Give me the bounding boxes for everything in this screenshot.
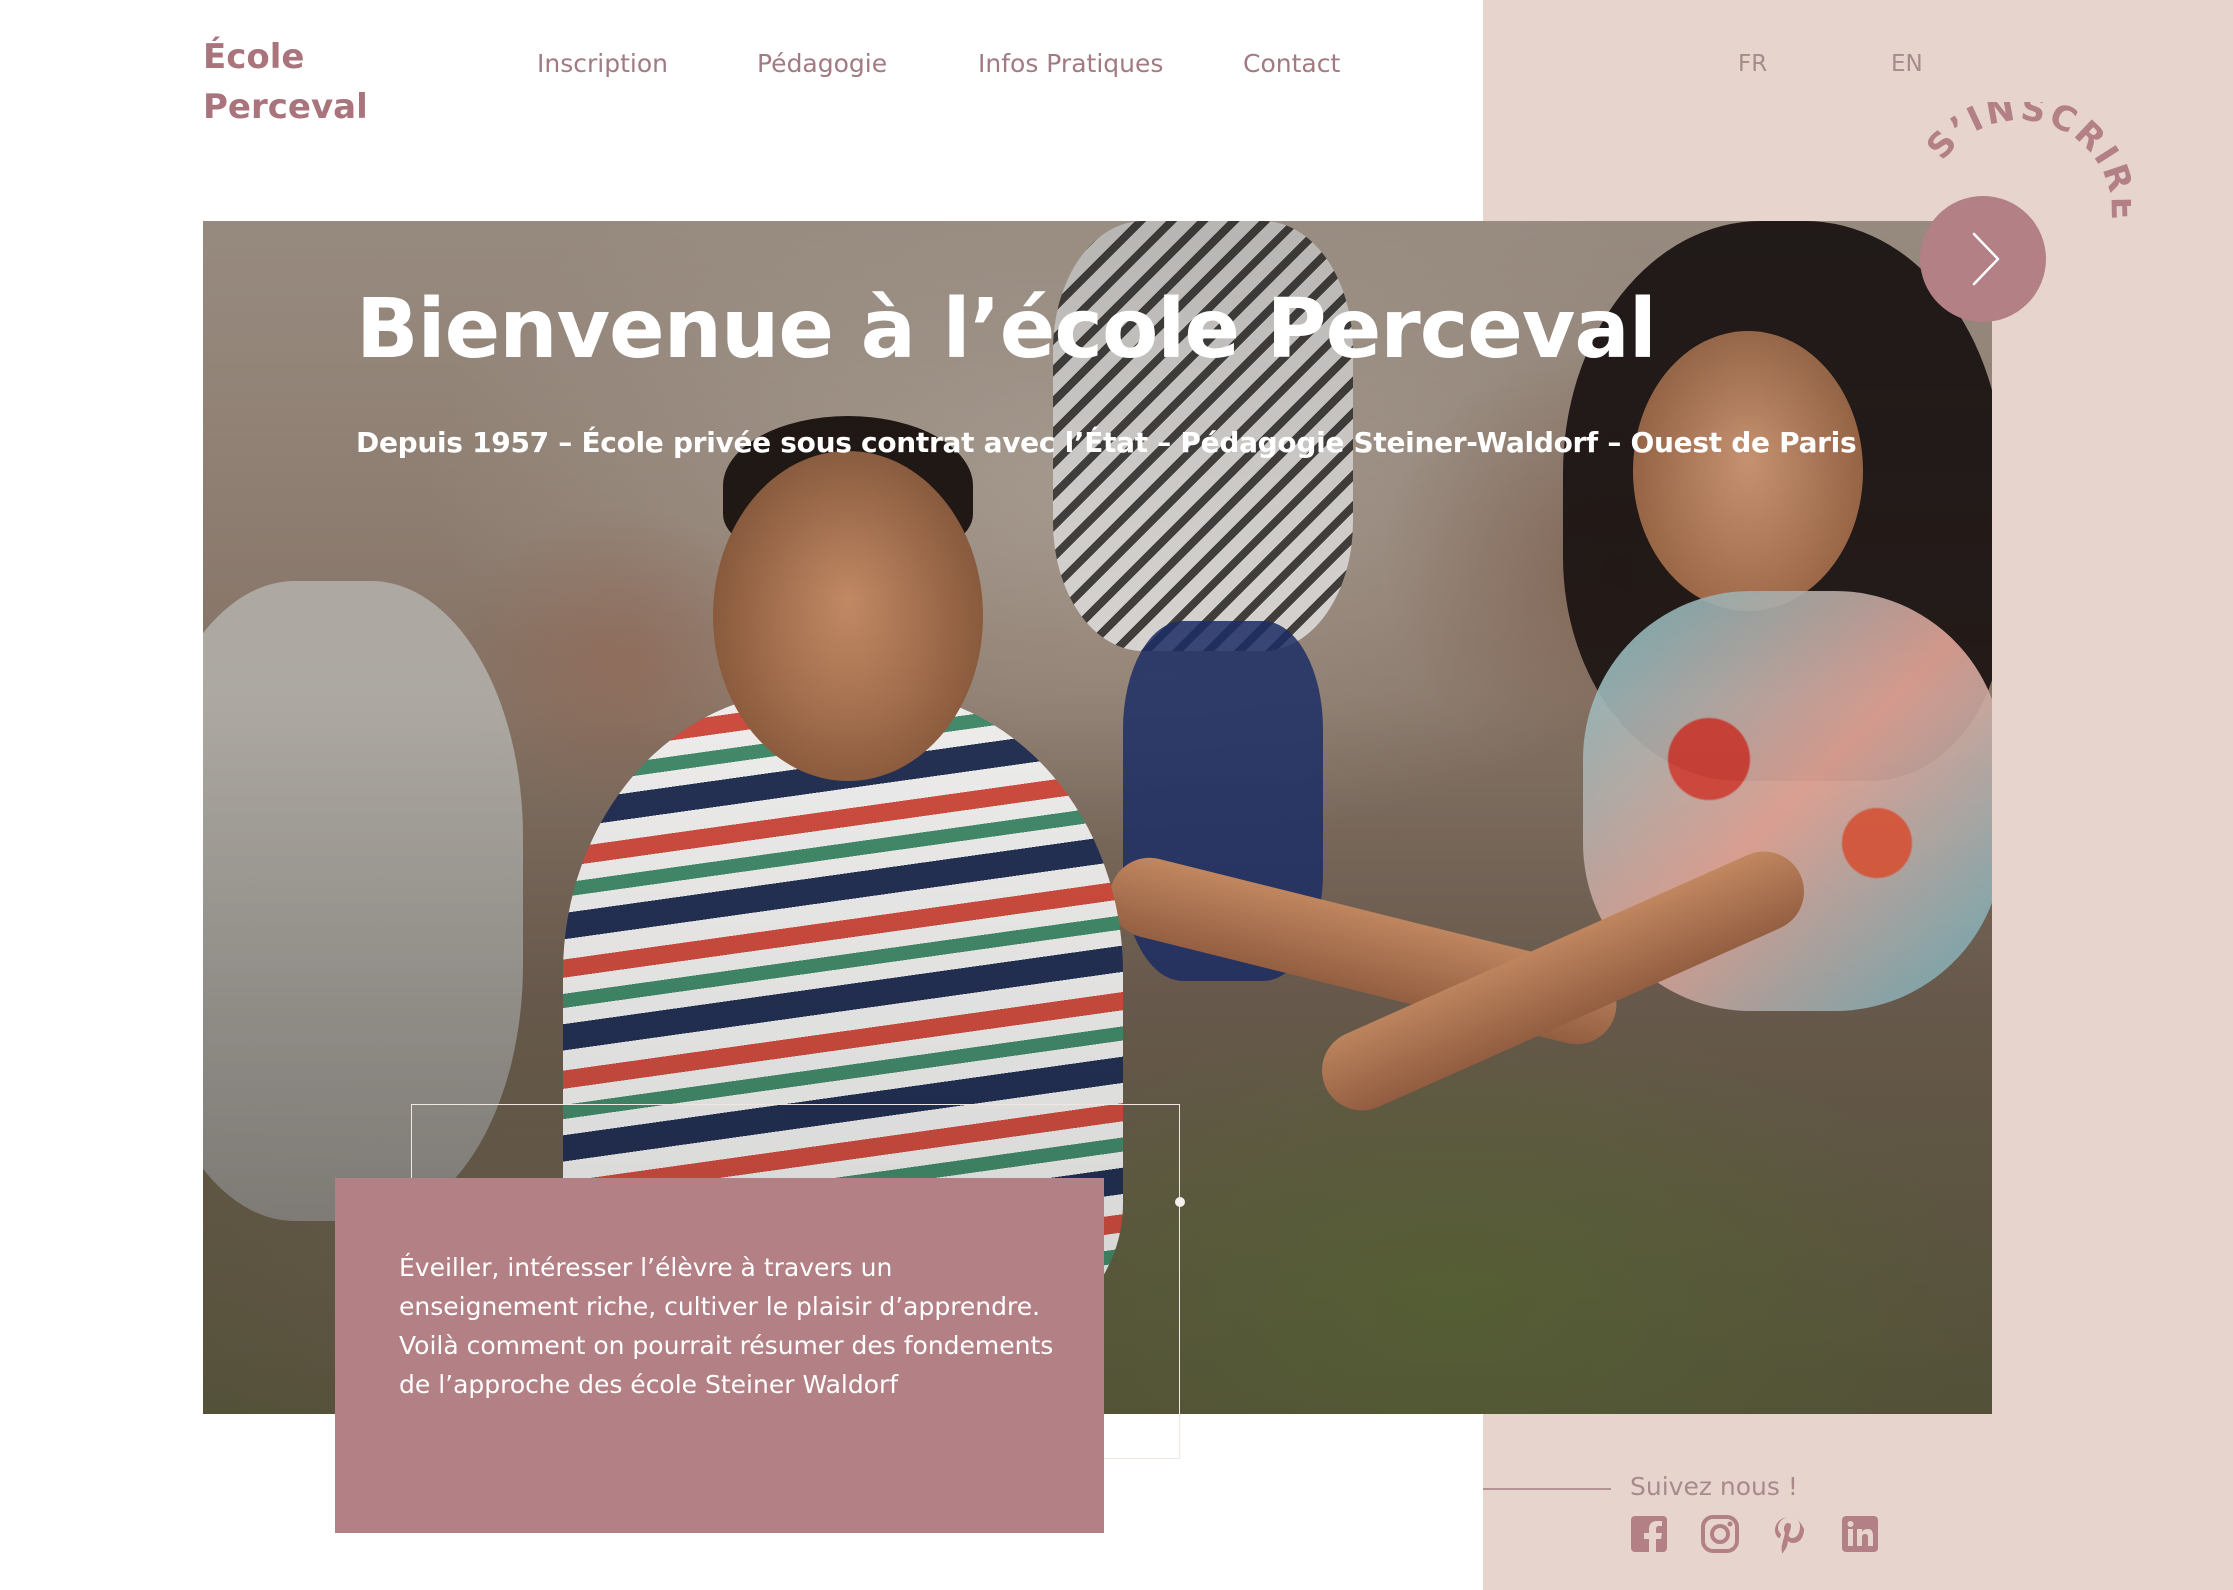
logo-line-1: École <box>203 37 305 77</box>
intro-card: Éveiller, intéresser l’élèvre à travers … <box>335 1178 1104 1533</box>
linkedin-icon[interactable] <box>1841 1515 1879 1553</box>
nav-contact[interactable]: Contact <box>1243 48 1340 80</box>
nav-inscription[interactable]: Inscription <box>537 48 668 80</box>
site-logo[interactable]: École Perceval <box>203 32 463 132</box>
pinterest-icon[interactable] <box>1771 1515 1809 1553</box>
follow-divider <box>1483 1488 1611 1490</box>
intro-text: Éveiller, intéresser l’élèvre à travers … <box>399 1253 1054 1399</box>
decorative-dot <box>1175 1197 1185 1207</box>
logo-line-2: Perceval <box>203 87 368 127</box>
follow-label: Suivez nous ! <box>1630 1472 1798 1501</box>
nav-infos-pratiques[interactable]: Infos Pratiques <box>978 48 1163 80</box>
language-en[interactable]: EN <box>1891 48 1923 80</box>
hero-title: Bienvenue à l’école Perceval <box>356 282 1657 377</box>
facebook-icon[interactable] <box>1630 1515 1668 1553</box>
language-fr[interactable]: FR <box>1738 48 1767 80</box>
instagram-icon[interactable] <box>1701 1515 1739 1553</box>
hero-subtitle: Depuis 1957 – École privée sous contrat … <box>356 426 1857 459</box>
signup-button[interactable] <box>1920 196 2046 322</box>
chevron-right-icon <box>1972 232 2000 286</box>
nav-pedagogie[interactable]: Pédagogie <box>757 48 887 80</box>
